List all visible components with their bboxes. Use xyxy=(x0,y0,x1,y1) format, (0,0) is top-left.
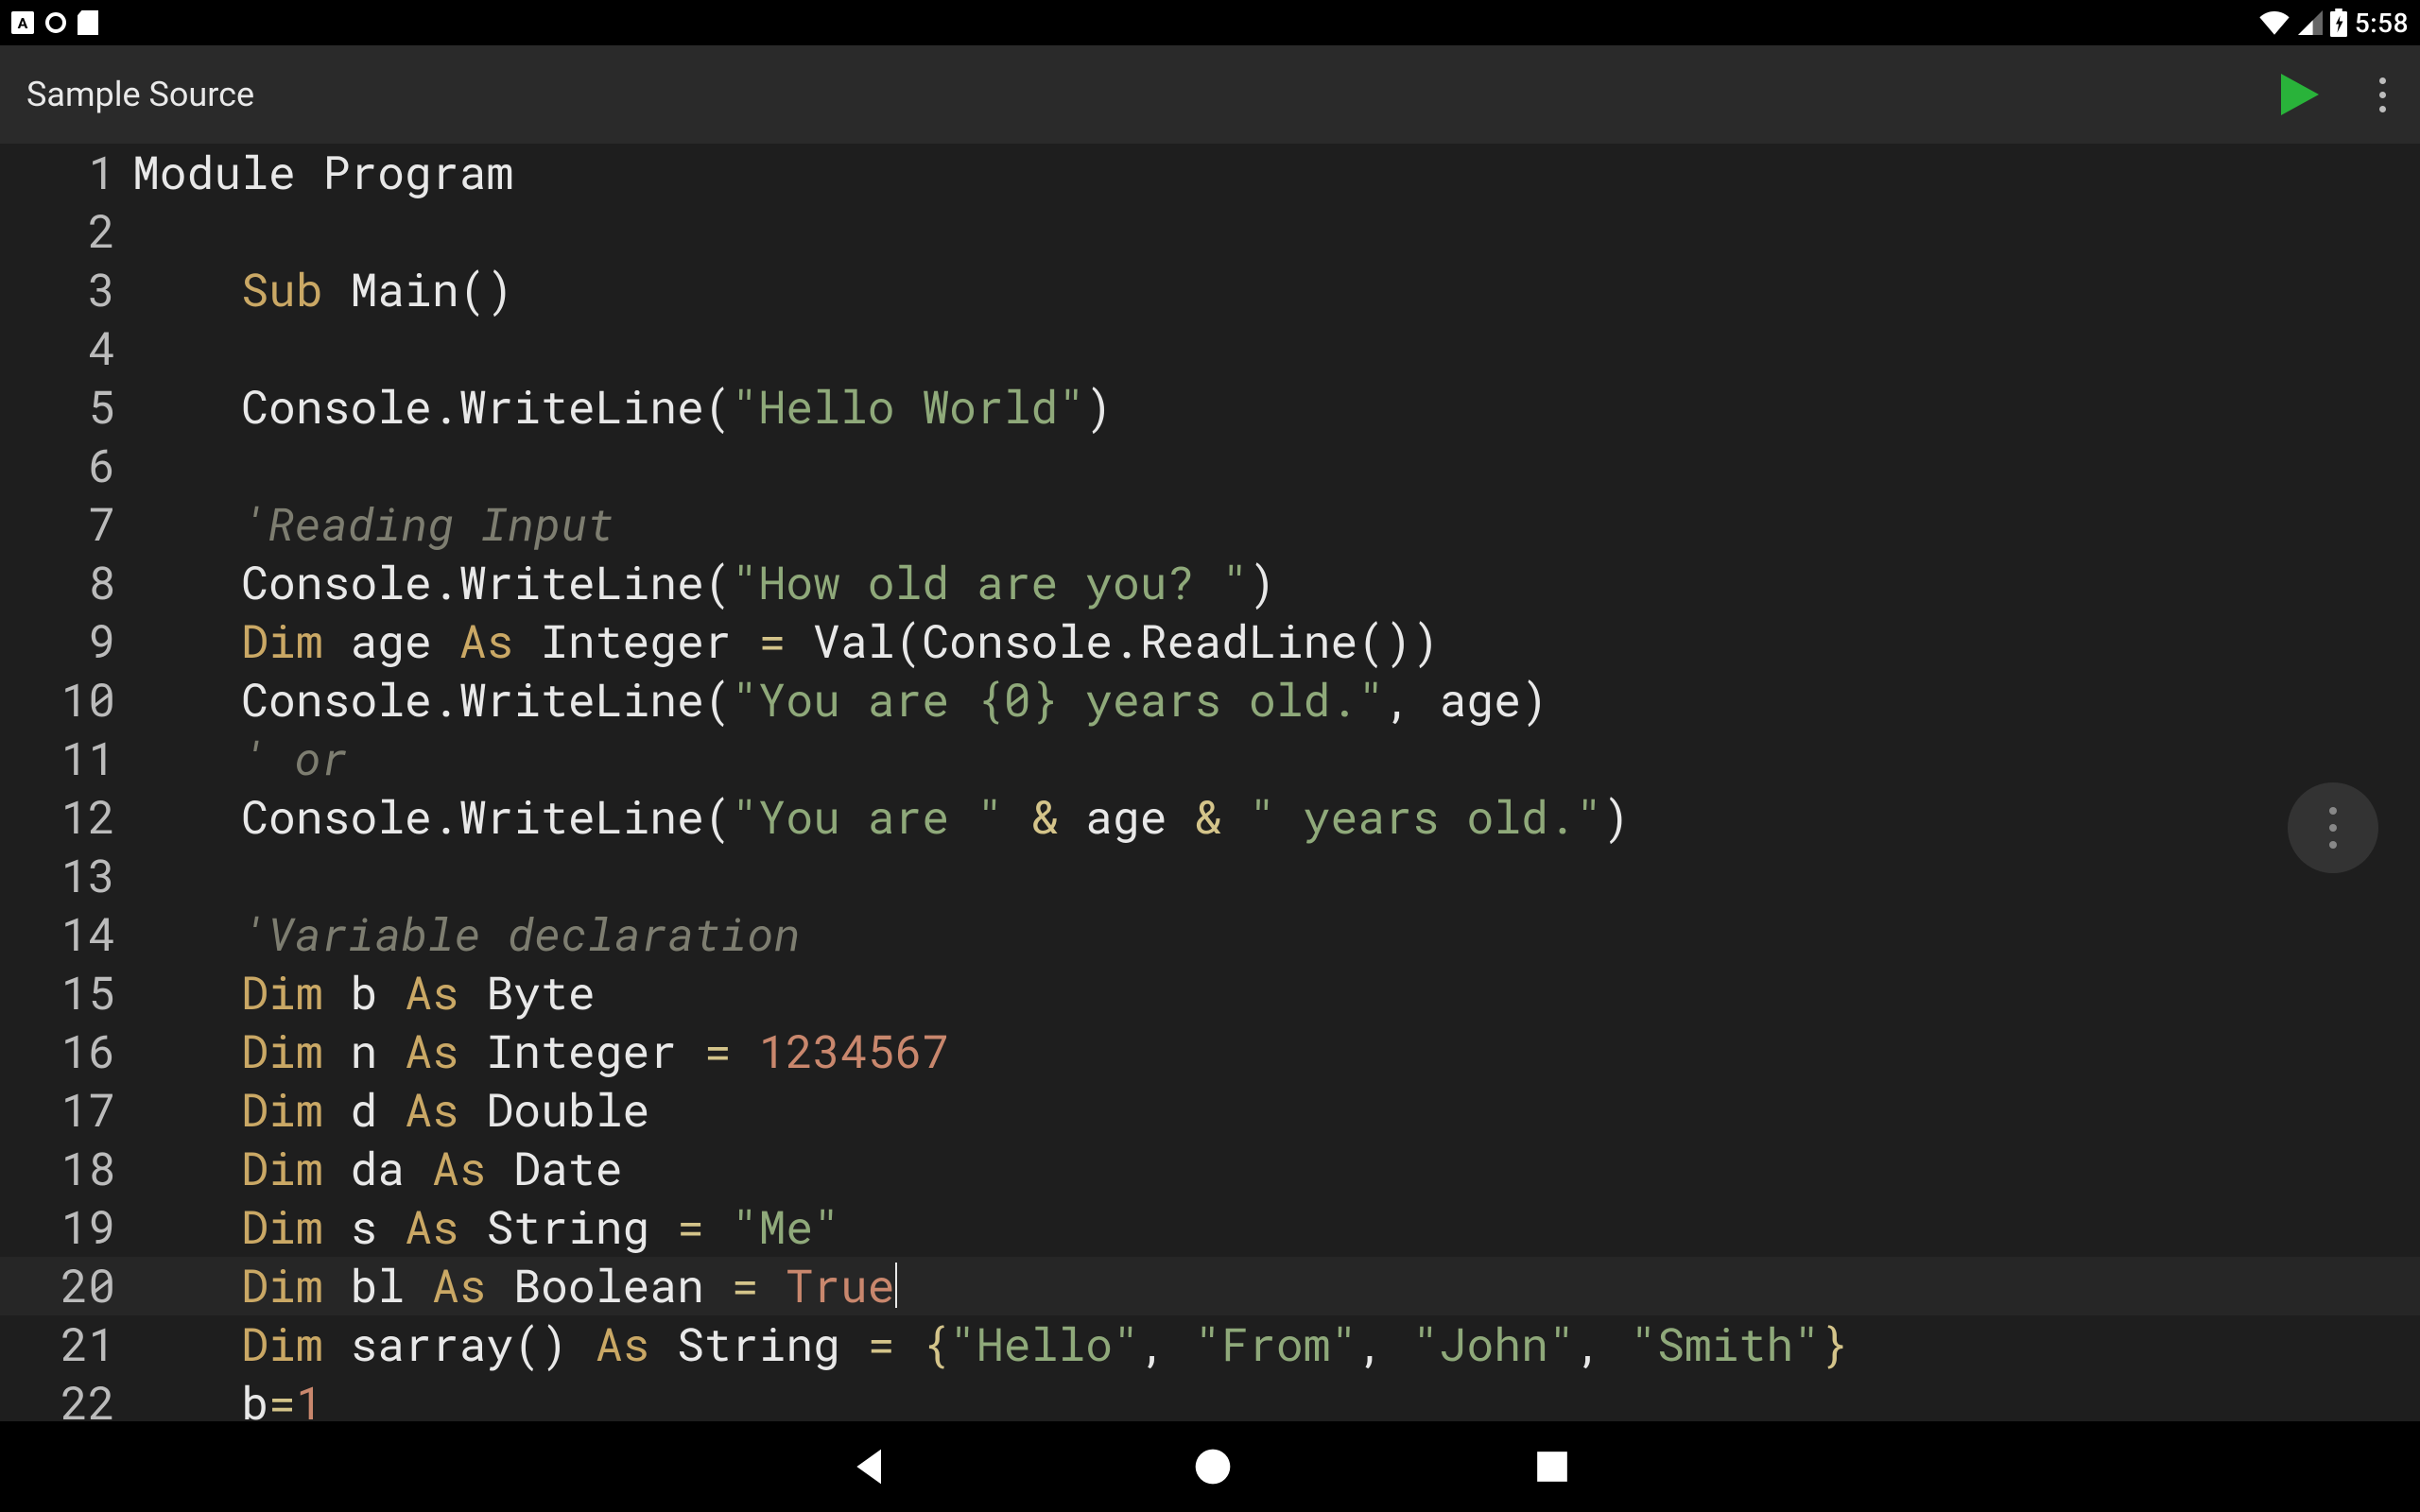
line-number: 19 xyxy=(0,1198,132,1257)
overflow-menu-button[interactable] xyxy=(2372,70,2394,120)
line-number: 20 xyxy=(0,1257,132,1315)
line-number: 15 xyxy=(0,964,132,1022)
nav-recent-button[interactable] xyxy=(1534,1449,1570,1485)
line-content[interactable] xyxy=(132,202,2420,261)
line-number: 10 xyxy=(0,671,132,730)
line-content[interactable]: Console.WriteLine("You are " & age & " y… xyxy=(132,788,2420,847)
line-number: 4 xyxy=(0,319,132,378)
wifi-icon xyxy=(2258,10,2290,35)
line-content[interactable] xyxy=(132,847,2420,905)
line-number: 21 xyxy=(0,1315,132,1374)
line-number: 17 xyxy=(0,1081,132,1140)
line-content[interactable]: Console.WriteLine("You are {0} years old… xyxy=(132,671,2420,730)
line-content[interactable]: Console.WriteLine("How old are you? ") xyxy=(132,554,2420,612)
line-content[interactable]: b=1 xyxy=(132,1374,2420,1421)
line-number: 16 xyxy=(0,1022,132,1081)
line-content[interactable]: Dim age As Integer = Val(Console.ReadLin… xyxy=(132,612,2420,671)
line-content[interactable]: Dim b As Byte xyxy=(132,964,2420,1022)
run-button[interactable] xyxy=(2281,74,2319,115)
line-number: 8 xyxy=(0,554,132,612)
line-number: 14 xyxy=(0,905,132,964)
line-content[interactable]: Module Program xyxy=(132,144,2420,202)
cell-signal-icon xyxy=(2298,10,2323,35)
line-content[interactable] xyxy=(132,437,2420,495)
android-status-bar: A 5:58 xyxy=(0,0,2420,45)
line-number: 6 xyxy=(0,437,132,495)
code-editor[interactable]: 1Module Program2 3 Sub Main()4 5 Console… xyxy=(0,144,2420,1421)
line-content[interactable]: Dim sarray() As String = {"Hello", "From… xyxy=(132,1315,2420,1374)
action-bar-title: Sample Source xyxy=(26,75,254,114)
status-right: 5:58 xyxy=(2258,8,2409,39)
line-number: 18 xyxy=(0,1140,132,1198)
action-bar-buttons xyxy=(2281,70,2394,120)
line-number: 7 xyxy=(0,495,132,554)
editor-cursor xyxy=(895,1263,897,1308)
status-left: A xyxy=(11,10,98,35)
line-number: 9 xyxy=(0,612,132,671)
line-content[interactable]: Sub Main() xyxy=(132,261,2420,319)
status-clock: 5:58 xyxy=(2355,8,2409,39)
line-number: 12 xyxy=(0,788,132,847)
line-number: 11 xyxy=(0,730,132,788)
line-content[interactable]: Dim d As Double xyxy=(132,1081,2420,1140)
line-number: 1 xyxy=(0,144,132,202)
line-content[interactable]: Dim bl As Boolean = True xyxy=(132,1257,2420,1315)
line-content[interactable] xyxy=(132,319,2420,378)
line-content[interactable]: Dim s As String = "Me" xyxy=(132,1198,2420,1257)
floating-menu-button[interactable] xyxy=(2288,782,2378,873)
line-content[interactable]: 'Variable declaration xyxy=(132,905,2420,964)
line-number: 2 xyxy=(0,202,132,261)
line-number: 22 xyxy=(0,1374,132,1421)
line-number: 3 xyxy=(0,261,132,319)
battery-charging-icon xyxy=(2330,9,2347,37)
line-content[interactable]: 'Reading Input xyxy=(132,495,2420,554)
android-nav-bar xyxy=(0,1421,2420,1512)
line-content[interactable]: Dim da As Date xyxy=(132,1140,2420,1198)
nav-back-button[interactable] xyxy=(850,1446,891,1487)
line-number: 5 xyxy=(0,378,132,437)
line-number: 13 xyxy=(0,847,132,905)
app-action-bar: Sample Source xyxy=(0,45,2420,144)
nav-home-button[interactable] xyxy=(1194,1448,1232,1486)
line-content[interactable]: Console.WriteLine("Hello World") xyxy=(132,378,2420,437)
notification-app-icon: A xyxy=(11,11,34,34)
notification-sdcard-icon xyxy=(78,10,98,35)
notification-circle-icon xyxy=(45,12,66,33)
line-content[interactable]: ' or xyxy=(132,730,2420,788)
line-content[interactable]: Dim n As Integer = 1234567 xyxy=(132,1022,2420,1081)
